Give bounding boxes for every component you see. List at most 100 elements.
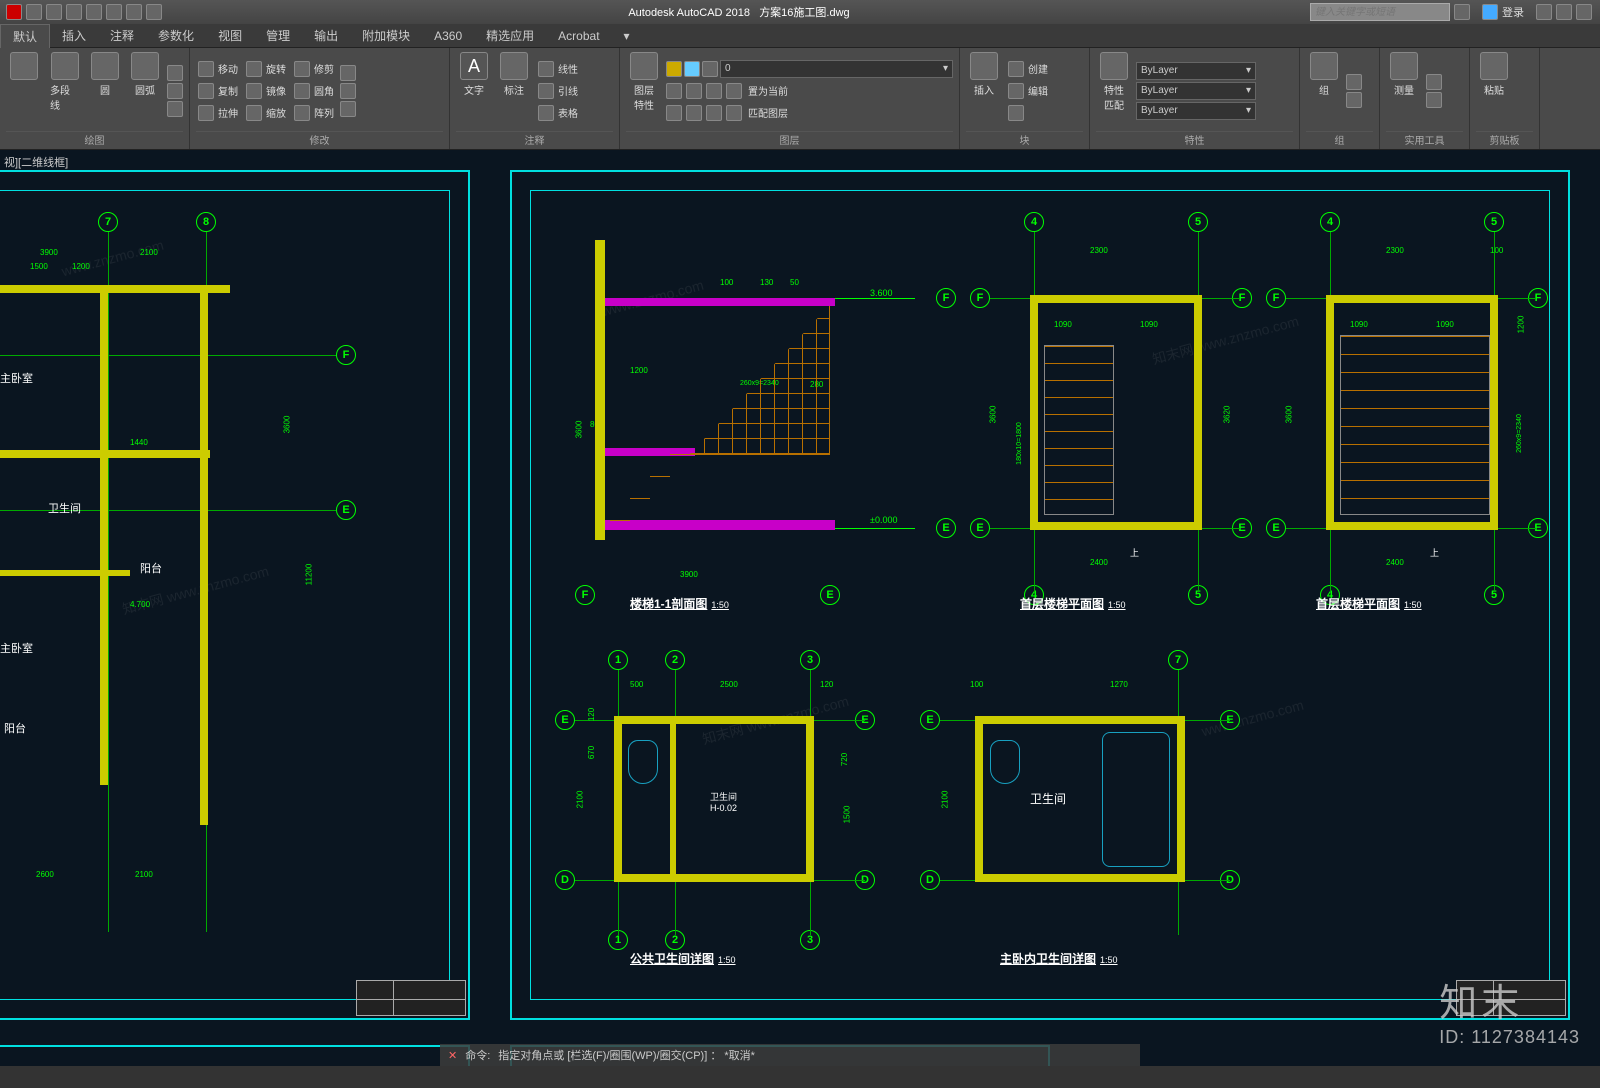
tab-a360[interactable]: A360	[422, 24, 474, 48]
elev: 3.600	[870, 288, 893, 298]
cmd-text: 指定对角点或 [栏选(F)/圈围(WP)/圈交(CP)] ： *取消*	[498, 1047, 755, 1063]
offset-icon[interactable]	[340, 101, 356, 117]
line-button[interactable]	[6, 50, 42, 131]
polyline-button[interactable]: 多段线	[46, 50, 83, 131]
rect-icon[interactable]	[167, 65, 183, 81]
login-button[interactable]: 登录	[1474, 4, 1532, 20]
ungroup-icon[interactable]	[1346, 74, 1362, 90]
redo-icon[interactable]	[146, 4, 162, 20]
color-selector[interactable]: ByLayer▾	[1136, 62, 1256, 80]
layerprops-button[interactable]: 图层 特性	[626, 50, 662, 131]
text-button[interactable]: A文字	[456, 50, 492, 131]
dim: 1500	[30, 262, 48, 271]
util-icon[interactable]	[1426, 92, 1442, 108]
search-input[interactable]	[1310, 3, 1450, 21]
groupedit-icon[interactable]	[1346, 92, 1362, 108]
paste-button[interactable]: 粘贴	[1476, 50, 1512, 131]
matchprop-button[interactable]: 特性 匹配	[1096, 50, 1132, 131]
tab-featured[interactable]: 精选应用	[474, 24, 546, 48]
create-button[interactable]: 创建	[1006, 59, 1050, 79]
tab-parametric[interactable]: 参数化	[146, 24, 206, 48]
tab-output[interactable]: 输出	[302, 24, 350, 48]
open-icon[interactable]	[46, 4, 62, 20]
plot-icon[interactable]	[106, 4, 122, 20]
dim: 2500	[720, 680, 738, 689]
tab-manage[interactable]: 管理	[254, 24, 302, 48]
search-icon[interactable]	[1454, 4, 1470, 20]
edit-button[interactable]: 编辑	[1006, 81, 1050, 101]
tab-annotate[interactable]: 注释	[98, 24, 146, 48]
circle-button[interactable]: 圆	[87, 50, 123, 131]
new-icon[interactable]	[26, 4, 42, 20]
group-button[interactable]: 组	[1306, 50, 1342, 131]
copy-button[interactable]: 复制	[196, 81, 240, 101]
cart-icon[interactable]	[1556, 4, 1572, 20]
lineweight-selector[interactable]: ByLayer▾	[1136, 82, 1256, 100]
tab-view[interactable]: 视图	[206, 24, 254, 48]
arc-button[interactable]: 圆弧	[127, 50, 163, 131]
grid-bubble: 3	[800, 650, 820, 670]
layer-tool-icon[interactable]	[706, 105, 722, 121]
insert-button[interactable]: 插入	[966, 50, 1002, 131]
bulb-icon[interactable]	[666, 61, 682, 77]
dim: 1440	[130, 438, 148, 447]
dim-button[interactable]: 标注	[496, 50, 532, 131]
explode-icon[interactable]	[340, 83, 356, 99]
text-icon: A	[460, 52, 488, 80]
trim-button[interactable]: 修剪	[292, 59, 336, 79]
saveas-icon[interactable]	[86, 4, 102, 20]
dim: 2100	[135, 870, 153, 879]
tab-more-icon[interactable]: ▾	[612, 24, 642, 48]
layer-tool-icon[interactable]	[666, 83, 682, 99]
drawing-canvas[interactable]: 视][二维线框] www.znzmo.com 知末网 www.znzmo.com…	[0, 150, 1600, 1066]
layer-selector[interactable]: 0▾	[720, 60, 953, 78]
layer-tool-icon[interactable]	[726, 83, 742, 99]
layer-tool-icon[interactable]	[726, 105, 742, 121]
attr-button[interactable]	[1006, 103, 1050, 123]
dim: 720	[840, 753, 849, 766]
erase-icon[interactable]	[340, 65, 356, 81]
tab-acrobat[interactable]: Acrobat	[546, 24, 611, 48]
wall	[100, 285, 108, 785]
dim: 2100	[575, 791, 584, 809]
undo-icon[interactable]	[126, 4, 142, 20]
drawing-title: 主卧内卫生间详图1:50	[1000, 950, 1118, 967]
ellipse-icon[interactable]	[167, 101, 183, 117]
login-label: 登录	[1502, 4, 1524, 20]
move-button[interactable]: 移动	[196, 59, 240, 79]
lock-icon[interactable]	[702, 61, 718, 77]
command-line[interactable]: ✕ 命令: 指定对角点或 [栏选(F)/圈围(WP)/圈交(CP)] ： *取消…	[440, 1044, 1140, 1066]
array-button[interactable]: 阵列	[292, 103, 336, 123]
setcurrent-button[interactable]: 置为当前	[746, 81, 790, 101]
leader-button[interactable]: 引线	[536, 81, 580, 101]
panel-block-title: 块	[966, 131, 1083, 147]
viewport-label[interactable]: 视][二维线框]	[4, 154, 68, 170]
tab-insert[interactable]: 插入	[50, 24, 98, 48]
layer-tool-icon[interactable]	[706, 83, 722, 99]
hatch-icon[interactable]	[167, 83, 183, 99]
save-icon[interactable]	[66, 4, 82, 20]
tab-addins[interactable]: 附加模块	[350, 24, 422, 48]
linetype-selector[interactable]: ByLayer▾	[1136, 102, 1256, 120]
layer-tool-icon[interactable]	[686, 83, 702, 99]
layer-tool-icon[interactable]	[666, 105, 682, 121]
matchlayer-button[interactable]: 匹配图层	[746, 103, 790, 123]
source-brand: 知末 ID: 1127384143	[1439, 972, 1580, 1048]
measure-button[interactable]: 测量	[1386, 50, 1422, 131]
freeze-icon[interactable]	[684, 61, 700, 77]
help-icon[interactable]	[1576, 4, 1592, 20]
fillet-button[interactable]: 圆角	[292, 81, 336, 101]
tab-default[interactable]: 默认	[0, 24, 50, 48]
linetype-button[interactable]: 线性	[536, 59, 580, 79]
scale-button[interactable]: 缩放	[244, 103, 288, 123]
util-icon[interactable]	[1426, 74, 1442, 90]
rotate-button[interactable]: 旋转	[244, 59, 288, 79]
app-menu-icon[interactable]	[6, 4, 22, 20]
exchange-icon[interactable]	[1536, 4, 1552, 20]
mirror-button[interactable]: 镜像	[244, 81, 288, 101]
sheet-frame-bottom	[0, 1045, 470, 1066]
table-button[interactable]: 表格	[536, 103, 580, 123]
layer-tool-icon[interactable]	[686, 105, 702, 121]
stretch-button[interactable]: 拉伸	[196, 103, 240, 123]
close-icon[interactable]: ✕	[448, 1049, 457, 1062]
